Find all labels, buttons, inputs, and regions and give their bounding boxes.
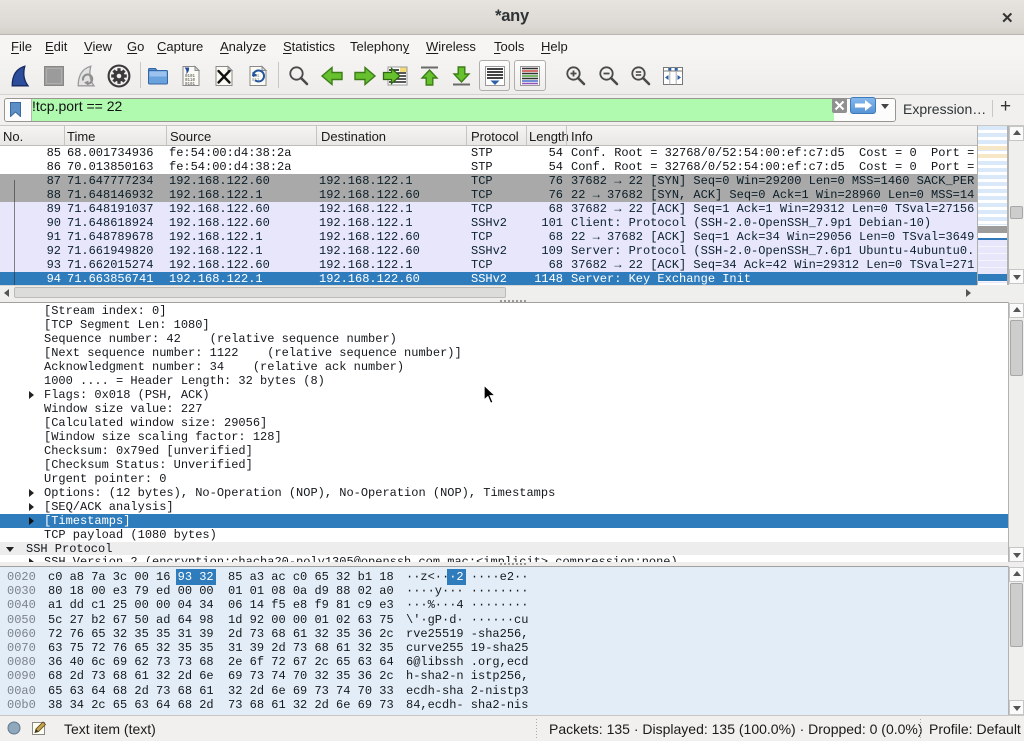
svg-text:0101: 0101 bbox=[185, 83, 196, 87]
